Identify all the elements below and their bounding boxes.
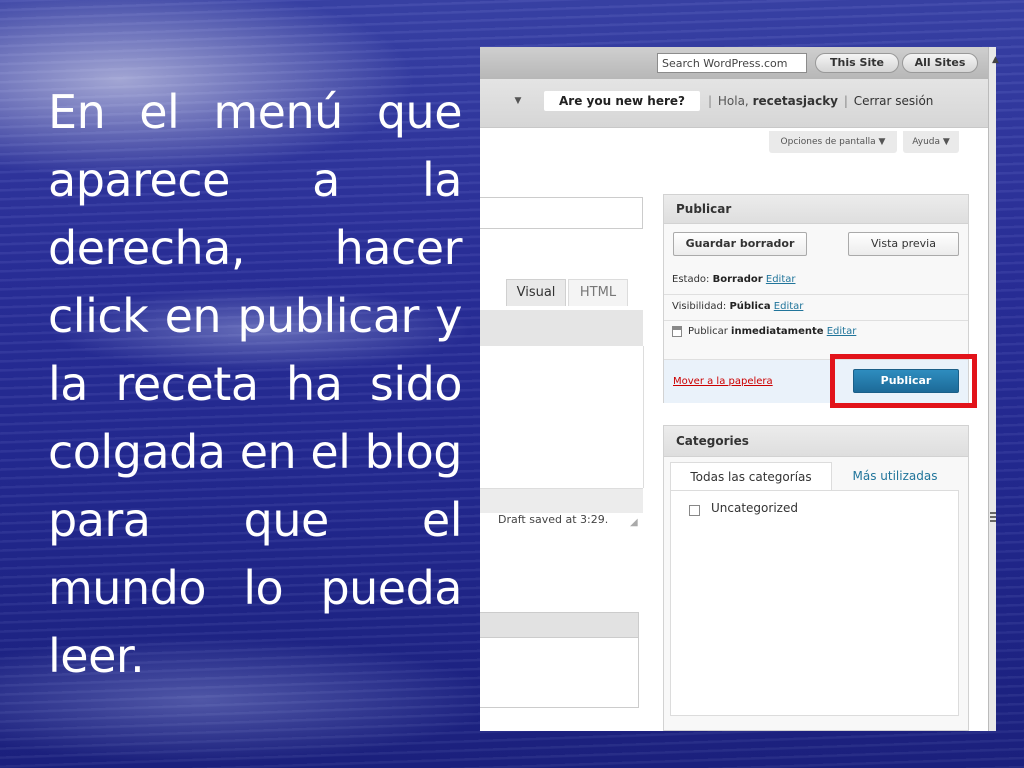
- wordpress-screenshot: Search WordPress.com This Site All Sites…: [480, 47, 996, 731]
- logout-link[interactable]: Cerrar sesión: [854, 94, 934, 108]
- secondary-box-body: [480, 638, 639, 708]
- editor-status-bar: [480, 488, 643, 513]
- visibility-row: Visibilidad: Pública Editar: [672, 301, 803, 312]
- status-value: Borrador: [712, 274, 763, 285]
- username-link[interactable]: recetasjacky: [753, 94, 838, 108]
- window-scrollbar[interactable]: [988, 47, 996, 731]
- draft-saved-status: Draft saved at 3:29.: [498, 513, 609, 526]
- slide-body-text: En el menú que aparece a la derecha, hac…: [48, 85, 463, 683]
- this-site-button[interactable]: This Site: [815, 53, 899, 73]
- edit-schedule-link[interactable]: Editar: [827, 326, 857, 337]
- edit-status-link[interactable]: Editar: [766, 274, 796, 285]
- admin-topbar: Search WordPress.com This Site All Sites: [480, 47, 996, 79]
- visibility-value: Pública: [729, 301, 771, 312]
- status-row: Estado: Borrador Editar: [672, 274, 795, 285]
- chevron-down-icon[interactable]: ▼: [508, 91, 528, 111]
- wordpress-search-input[interactable]: Search WordPress.com: [657, 53, 807, 73]
- post-content-editor[interactable]: [480, 346, 644, 488]
- schedule-value: inmediatamente: [731, 326, 824, 337]
- new-here-button[interactable]: Are you new here?: [544, 91, 700, 111]
- categories-list: Uncategorized: [670, 490, 959, 716]
- screen-options-tab[interactable]: Opciones de pantalla ▼: [769, 131, 897, 153]
- scroll-grip-icon[interactable]: [990, 512, 996, 524]
- tab-most-used[interactable]: Más utilizadas: [836, 462, 954, 490]
- highlight-frame: [830, 354, 977, 408]
- save-draft-button[interactable]: Guardar borrador: [673, 232, 807, 256]
- divider: [664, 320, 968, 321]
- schedule-label: Publicar: [688, 326, 728, 337]
- user-greeting: | Hola, recetasjacky | Cerrar sesión: [708, 94, 934, 108]
- help-tab[interactable]: Ayuda ▼: [903, 131, 959, 153]
- category-checkbox[interactable]: [689, 505, 700, 516]
- tab-visual[interactable]: Visual: [506, 279, 566, 306]
- admin-header: ▼ Are you new here? | Hola, recetasjacky…: [480, 79, 988, 128]
- editor-toolbar: [480, 310, 643, 347]
- preview-button[interactable]: Vista previa: [848, 232, 959, 256]
- resize-handle-icon[interactable]: ◢: [630, 517, 638, 528]
- category-label: Uncategorized: [711, 501, 798, 515]
- tab-all-categories[interactable]: Todas las categorías: [670, 462, 832, 490]
- visibility-label: Visibilidad:: [672, 301, 727, 312]
- tab-html[interactable]: HTML: [568, 279, 628, 306]
- scroll-up-icon[interactable]: ▲: [992, 55, 999, 65]
- move-to-trash-link[interactable]: Mover a la papelera: [673, 376, 773, 387]
- categories-box-title: Categories: [664, 426, 968, 457]
- publish-box-title: Publicar: [664, 195, 968, 224]
- status-label: Estado:: [672, 274, 710, 285]
- categories-box: Categories Todas las categorías Más util…: [663, 425, 969, 731]
- calendar-icon: [672, 326, 682, 337]
- greeting-prefix: Hola,: [717, 94, 749, 108]
- edit-visibility-link[interactable]: Editar: [774, 301, 804, 312]
- secondary-box-header: [480, 612, 639, 638]
- divider: [664, 294, 968, 295]
- all-sites-button[interactable]: All Sites: [902, 53, 978, 73]
- schedule-row: Publicar inmediatamente Editar: [688, 326, 856, 337]
- post-title-input[interactable]: [480, 197, 643, 229]
